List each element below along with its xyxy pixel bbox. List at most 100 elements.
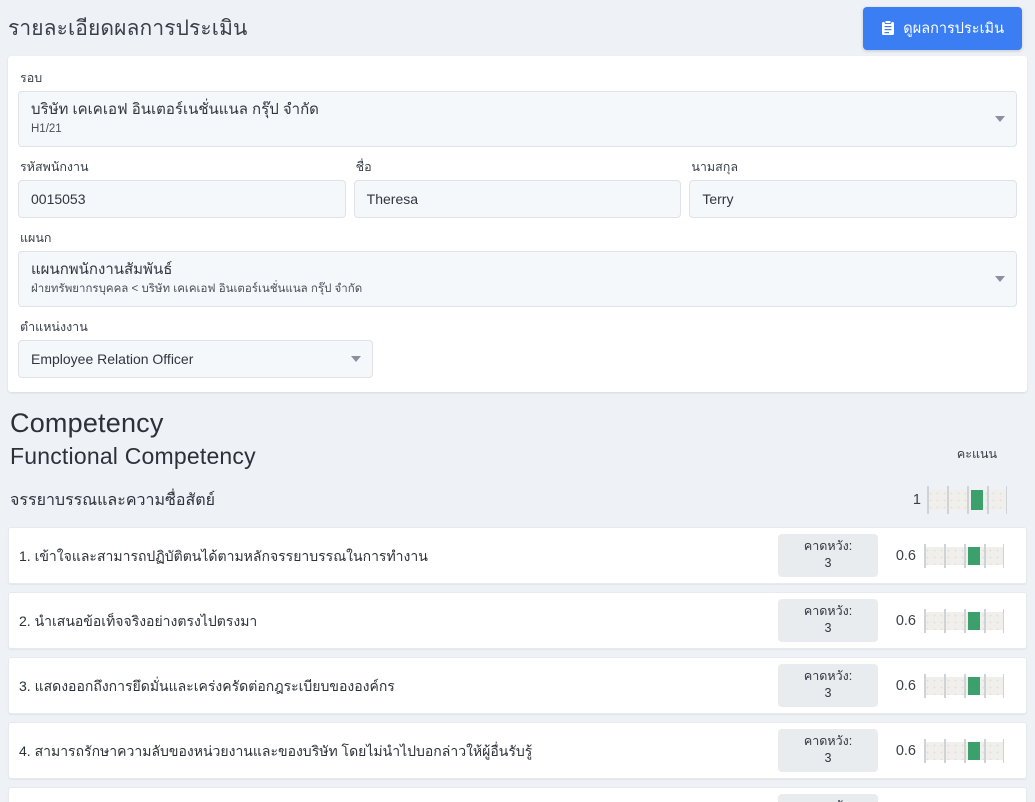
competency-section: Competency Functional Competency คะแนน จ… <box>0 408 1035 802</box>
competency-item-row[interactable]: 2. นำเสนอข้อเท็จจริงอย่างตรงไปตรงมา คาดหว… <box>8 592 1027 649</box>
rating-fill <box>967 546 980 565</box>
first-name-field-group: ชื่อ Theresa <box>353 157 682 218</box>
competency-item-row[interactable]: 5. อธิบายถึงผลลัพธ์ที่จะเกิดขึ้นจากการไม… <box>8 787 1027 802</box>
department-label: แผนก <box>20 231 52 245</box>
competency-item-list: 1. เข้าใจและสามารถปฏิบัติตนได้ตามหลักจรร… <box>8 527 1027 802</box>
competency-item-score: 0.6 <box>895 677 916 694</box>
expected-score-label: คาดหวัง: <box>803 539 853 553</box>
department-select[interactable]: แผนกพนักงานสัมพันธ์ ฝ่ายทรัพยากรบุคคล < … <box>18 251 1017 307</box>
expected-score-value: 3 <box>824 621 832 635</box>
rating-tick <box>1002 608 1004 633</box>
rating-tick <box>984 738 986 763</box>
rating-tick <box>1005 486 1007 514</box>
competency-item-row[interactable]: 4. สามารถรักษาความลับของหน่วยงานและของบร… <box>8 722 1027 779</box>
rating-tick <box>964 738 966 763</box>
rating-fill <box>967 676 980 695</box>
score-column-header: คะแนน <box>956 447 998 461</box>
expected-score-badge: คาดหวัง: 3 <box>778 599 878 642</box>
last-name-field-group: นามสกุล Terry <box>689 157 1018 218</box>
rating-tick <box>944 608 946 633</box>
rating-tick <box>1002 673 1004 698</box>
employee-id-field-group: รหัสพนักงาน 0015053 <box>18 157 346 218</box>
expected-score-label: คาดหวัง: <box>778 798 878 802</box>
competency-group-score: 1 <box>912 492 921 508</box>
competency-heading: Competency <box>10 408 164 438</box>
round-field-group: รอบ บริษัท เคเคเอฟ อินเตอร์เนชั่นแนล กรุ… <box>18 68 1017 147</box>
employee-identity-row: รหัสพนักงาน 0015053 ชื่อ Theresa นามสกุล… <box>18 157 1018 218</box>
rating-tick <box>1002 543 1004 568</box>
functional-competency-header: Functional Competency คะแนน <box>10 443 1027 470</box>
view-evaluation-result-label: ดูผลการประเมิน <box>903 20 1004 37</box>
employee-id-input[interactable]: 0015053 <box>18 180 346 218</box>
employee-id-label: รหัสพนักงาน <box>20 160 89 174</box>
competency-item-text: 2. นำเสนอข้อเท็จจริงอย่างตรงไปตรงมา <box>19 612 258 629</box>
competency-item-rating-bar <box>924 673 1004 698</box>
expected-score-value: 3 <box>824 556 832 570</box>
employee-info-card: รอบ บริษัท เคเคเอฟ อินเตอร์เนชั่นแนล กรุ… <box>8 56 1027 392</box>
competency-item-score: 0.6 <box>895 742 916 759</box>
department-field-group: แผนก แผนกพนักงานสัมพันธ์ ฝ่ายทรัพยากรบุค… <box>18 228 1017 307</box>
rating-fill <box>970 490 983 510</box>
last-name-value: Terry <box>702 191 734 207</box>
rating-tick <box>964 673 966 698</box>
position-select[interactable]: Employee Relation Officer <box>18 340 373 378</box>
functional-competency-heading: Functional Competency <box>10 443 256 469</box>
rating-tick <box>964 543 966 568</box>
rating-tick <box>984 673 986 698</box>
rating-tick <box>987 486 989 514</box>
employee-id-value: 0015053 <box>31 191 86 207</box>
department-value-main: แผนกพนักงานสัมพันธ์ <box>31 261 173 278</box>
expected-score-label: คาดหวัง: <box>803 604 853 618</box>
competency-item-score: 0.6 <box>895 612 916 629</box>
rating-tick <box>984 608 986 633</box>
chevron-down-icon[interactable] <box>995 276 1005 282</box>
last-name-input[interactable]: Terry <box>689 180 1018 218</box>
rating-tick <box>964 608 966 633</box>
chevron-down-icon[interactable] <box>995 116 1005 122</box>
evaluation-detail-page: รายละเอียดผลการประเมิน ดูผลการประเมิน รอ… <box>0 0 1035 802</box>
position-label: ตำแหน่งงาน <box>20 320 88 334</box>
department-value-sub: ฝ่ายทรัพยากรบุคคล < บริษัท เคเคเอฟ อินเต… <box>31 283 363 295</box>
rating-tick <box>924 738 926 763</box>
first-name-input[interactable]: Theresa <box>353 180 682 218</box>
clipboard-icon <box>881 20 895 36</box>
round-value-sub: H1/21 <box>31 123 62 135</box>
rating-fill <box>967 611 980 630</box>
rating-tick <box>924 673 926 698</box>
page-title: รายละเอียดผลการประเมิน <box>8 16 248 40</box>
expected-score-badge: คาดหวัง: 3 <box>778 534 878 577</box>
competency-item-row[interactable]: 3. แสดงออกถึงการยึดมั่นและเคร่งครัดต่อกฎ… <box>8 657 1027 714</box>
expected-score-badge: คาดหวัง: 3 <box>778 664 878 707</box>
round-label: รอบ <box>20 71 43 85</box>
view-evaluation-result-button[interactable]: ดูผลการประเมิน <box>863 6 1022 50</box>
rating-tick <box>947 486 949 514</box>
chevron-down-icon[interactable] <box>351 356 361 362</box>
competency-item-score: 0.6 <box>895 547 916 564</box>
expected-score-badge: คาดหวัง: 3 <box>778 729 878 772</box>
last-name-label: นามสกุล <box>691 160 739 174</box>
competency-group-rating-bar <box>927 486 1007 514</box>
rating-tick <box>944 673 946 698</box>
rating-tick <box>1002 738 1004 763</box>
page-header: รายละเอียดผลการประเมิน ดูผลการประเมิน <box>0 0 1035 56</box>
rating-tick <box>967 486 969 514</box>
competency-group-title: จรรยาบรรณและความซื่อสัตย์ <box>10 491 216 509</box>
rating-tick <box>927 486 929 514</box>
competency-item-row[interactable]: 1. เข้าใจและสามารถปฏิบัติตนได้ตามหลักจรร… <box>8 527 1027 584</box>
rating-tick <box>924 608 926 633</box>
competency-item-text: 3. แสดงออกถึงการยึดมั่นและเคร่งครัดต่อกฎ… <box>19 677 395 694</box>
expected-score-value: 3 <box>824 686 832 700</box>
competency-group-row: จรรยาบรรณและความซื่อสัตย์ 1 <box>8 472 1027 527</box>
expected-score-value: 3 <box>824 751 832 765</box>
first-name-label: ชื่อ <box>355 160 372 174</box>
first-name-value: Theresa <box>366 191 419 207</box>
competency-item-rating-bar <box>924 608 1004 633</box>
competency-item-rating-bar <box>924 738 1004 763</box>
position-field-group: ตำแหน่งงาน Employee Relation Officer <box>18 317 373 378</box>
expected-score-label: คาดหวัง: <box>803 669 853 683</box>
rating-fill <box>967 741 980 760</box>
position-value: Employee Relation Officer <box>31 351 194 367</box>
competency-item-text: 1. เข้าใจและสามารถปฏิบัติตนได้ตามหลักจรร… <box>19 547 428 564</box>
rating-tick <box>924 543 926 568</box>
round-select[interactable]: บริษัท เคเคเอฟ อินเตอร์เนชั่นแนล กรุ๊ป จ… <box>18 91 1017 147</box>
